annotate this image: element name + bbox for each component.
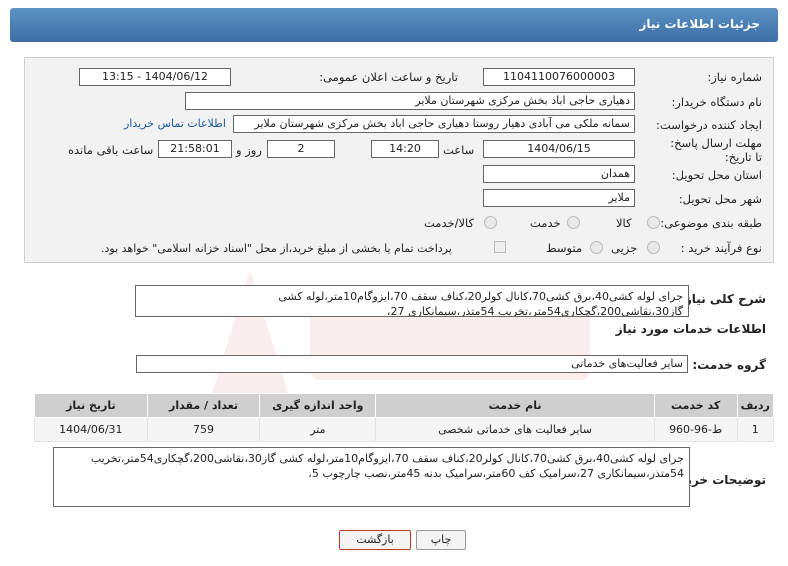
category-radio-service[interactable] (567, 216, 580, 229)
col-unit: واحد اندازه گیری (259, 393, 377, 418)
service-group-label: گروه خدمت: (692, 358, 766, 372)
buyer-contact-link[interactable]: اطلاعات تماس خریدار (124, 117, 226, 130)
process-label: نوع فرآیند خرید : (680, 241, 762, 255)
deadline-time-field: 14:20 (371, 140, 439, 158)
service-group-field: سایر فعالیت‌های خدماتی (136, 355, 688, 373)
print-button[interactable]: چاپ (416, 530, 466, 550)
category-option-goods-service: کالا/خدمت (424, 216, 475, 230)
payment-note: پرداخت تمام یا بخشی از مبلغ خرید،از محل … (101, 242, 452, 255)
col-row: ردیف (736, 393, 775, 418)
process-radio-medium[interactable] (590, 241, 603, 254)
buyer-org-label: نام دستگاه خریدار: (671, 95, 762, 109)
page-header: جزئیات اطلاعات نیاز (10, 8, 778, 42)
announce-label: تاریخ و ساعت اعلان عمومی: (319, 70, 458, 84)
back-button[interactable]: بازگشت (339, 530, 411, 550)
description-textarea[interactable]: جرای لوله کشی40،برق کشی70،کانال کولر20،ک… (135, 285, 689, 317)
col-service-code: کد خدمت (653, 393, 738, 418)
col-service-name: نام خدمت (375, 393, 655, 418)
need-number-field: 1104110076000003 (483, 68, 635, 86)
cell-service-code: ط-96-960 (653, 417, 738, 442)
table-row: 1 ط-96-960 سایر فعالیت های خدماتی شخصی م… (34, 417, 775, 442)
days-field: 2 (267, 140, 335, 158)
description-label: شرح کلی نیاز: (680, 292, 766, 306)
province-field: همدان (483, 165, 635, 183)
province-label: استان محل تحویل: (671, 168, 762, 182)
page-title: جزئیات اطلاعات نیاز (639, 17, 760, 31)
process-radio-minor[interactable] (647, 241, 660, 254)
category-option-service: خدمت (530, 216, 561, 230)
cell-quantity: 759 (146, 417, 261, 442)
need-number-label: شماره نیاز: (707, 70, 762, 84)
cell-row: 1 (736, 417, 775, 442)
services-section-title: اطلاعات خدمات مورد نیاز (615, 322, 766, 336)
remaining-label: ساعت باقی مانده (68, 143, 154, 157)
city-field: ملایر (483, 189, 635, 207)
category-radio-goods-service[interactable] (484, 216, 497, 229)
need-info-panel (24, 57, 774, 263)
deadline-date-field: 1404/06/15 (483, 140, 635, 158)
cell-need-date: 1404/06/31 (34, 417, 148, 442)
col-need-date: تاریخ نیاز (34, 393, 148, 418)
payment-treasury-checkbox[interactable] (494, 241, 506, 253)
category-option-goods: کالا (616, 216, 632, 230)
buyer-notes-textarea[interactable]: جرای لوله کشی40،برق کشی70،کانال کولر20،ک… (53, 447, 690, 507)
deadline-label: مهلت ارسال پاسخ: تا تاریخ: (670, 136, 762, 164)
services-table: ردیف کد خدمت نام خدمت واحد اندازه گیری ت… (34, 393, 775, 442)
announce-field: 1404/06/12 - 13:15 (79, 68, 231, 86)
deadline-time-label: ساعت (443, 143, 475, 157)
creator-field: سمانه ملکی می آبادی دهیار روستا دهیاری ح… (233, 115, 635, 133)
days-label: روز و (236, 143, 262, 157)
process-option-medium: متوسط (546, 241, 583, 255)
category-label: طبقه بندی موضوعی: (660, 216, 762, 230)
city-label: شهر محل تحویل: (678, 192, 762, 206)
buyer-org-field: دهیاری حاجی اباد بخش مرکزی شهرستان ملایر (185, 92, 635, 110)
cell-service-name: سایر فعالیت های خدماتی شخصی (375, 417, 655, 442)
creator-label: ایجاد کننده درخواست: (656, 118, 762, 132)
remaining-time-field: 21:58:01 (158, 140, 232, 158)
process-option-minor: جزیی (611, 241, 638, 255)
col-quantity: تعداد / مقدار (146, 393, 261, 418)
services-table-header: ردیف کد خدمت نام خدمت واحد اندازه گیری ت… (34, 393, 775, 418)
cell-unit: متر (259, 417, 377, 442)
category-radio-goods[interactable] (647, 216, 660, 229)
